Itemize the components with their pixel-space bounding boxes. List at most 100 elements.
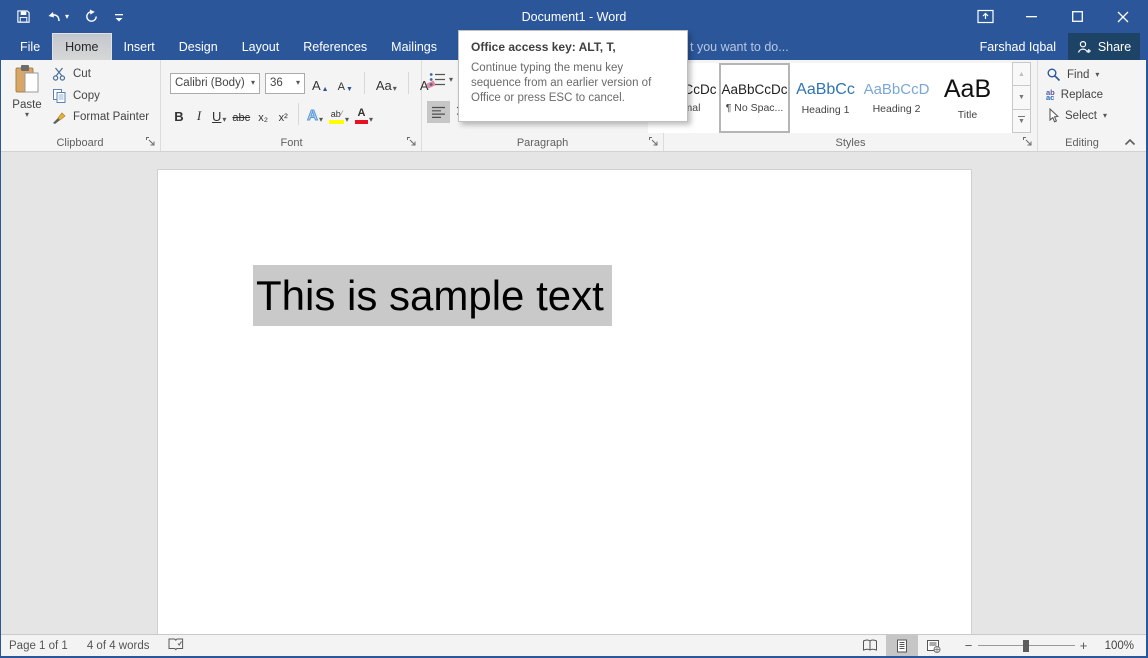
tell-me-box[interactable]: t you want to do... (690, 33, 789, 60)
style-name: Heading 2 (873, 103, 921, 115)
format-painter-label: Format Painter (73, 111, 149, 123)
font-size-combobox[interactable]: 36 ▾ (265, 73, 305, 94)
style-name: ¶ No Spac... (726, 102, 784, 114)
paragraph-dialog-launcher[interactable] (648, 136, 659, 147)
style-preview: AaBbCcD (864, 81, 930, 98)
proofing-status-button[interactable] (168, 637, 184, 654)
style-preview: AaB (944, 75, 991, 104)
maximize-button[interactable] (1054, 0, 1100, 33)
tab-insert[interactable]: Insert (112, 33, 167, 60)
zoom-in-button[interactable]: + (1077, 638, 1091, 653)
word-count-status[interactable]: 4 of 4 words (87, 640, 150, 652)
tab-mailings[interactable]: Mailings (379, 33, 449, 60)
minimize-button[interactable] (1008, 0, 1054, 33)
print-layout-button[interactable] (886, 635, 918, 656)
font-dialog-launcher[interactable] (406, 136, 417, 147)
grow-font-button[interactable]: A▲ (310, 72, 331, 94)
font-name-combobox[interactable]: Calibri (Body) ▾ (170, 73, 260, 94)
web-layout-button[interactable] (918, 635, 950, 656)
strikethrough-button[interactable]: abc (230, 103, 252, 125)
proofing-book-icon (168, 637, 184, 651)
style-heading-1[interactable]: AaBbCc Heading 1 (790, 63, 861, 133)
save-button[interactable] (16, 9, 31, 24)
replace-label: Replace (1061, 89, 1103, 101)
cut-button[interactable]: Cut (52, 67, 149, 81)
format-painter-button[interactable]: Format Painter (52, 110, 149, 124)
style-no-spacing[interactable]: AaBbCcDc ¶ No Spac... (719, 63, 790, 133)
styles-dialog-launcher[interactable] (1022, 136, 1033, 147)
select-caret[interactable]: ▾ (1103, 112, 1107, 120)
style-preview: AaBbCcDc (721, 82, 787, 97)
copy-button[interactable]: Copy (52, 88, 149, 103)
paste-button[interactable]: Paste ▾ (6, 64, 48, 136)
paste-dropdown-caret[interactable]: ▾ (25, 111, 29, 119)
underline-button[interactable]: U▾ (210, 103, 228, 125)
font-color-button[interactable]: A ▾ (353, 103, 375, 125)
account-user-name[interactable]: Farshad Iqbal (980, 33, 1056, 60)
zoom-out-button[interactable]: − (962, 638, 976, 653)
collapse-ribbon-button[interactable] (1122, 136, 1138, 148)
change-case-icon: Aa (376, 78, 392, 93)
styles-more-button[interactable]: ▼ (1012, 109, 1031, 133)
italic-button[interactable]: I (190, 103, 208, 125)
font-group-label: Font (162, 137, 421, 149)
text-highlight-caret[interactable]: ▾ (345, 116, 349, 124)
separator (364, 72, 365, 94)
web-layout-icon (926, 639, 941, 653)
style-heading-2[interactable]: AaBbCcD Heading 2 (861, 63, 932, 133)
document-text[interactable]: This is sample text (256, 272, 604, 320)
styles-scroll-down-button[interactable]: ▼ (1012, 85, 1031, 109)
tab-references[interactable]: References (291, 33, 379, 60)
find-button[interactable]: Find ▾ (1046, 67, 1107, 82)
change-case-button[interactable]: Aa▾ (374, 72, 399, 94)
close-button[interactable] (1100, 0, 1146, 33)
zoom-slider[interactable] (978, 639, 1075, 653)
tab-layout[interactable]: Layout (230, 33, 292, 60)
zoom-percentage[interactable]: 100% (1105, 640, 1134, 652)
zoom-slider-thumb[interactable] (1023, 640, 1029, 652)
tab-design[interactable]: Design (167, 33, 230, 60)
style-name: Heading 1 (802, 104, 850, 116)
status-bar: Page 1 of 1 4 of 4 words − + (0, 634, 1148, 656)
superscript-button[interactable]: x² (274, 103, 292, 125)
bullets-button[interactable]: ▾ (429, 72, 453, 87)
shrink-font-button[interactable]: A▼ (336, 72, 355, 94)
underline-caret[interactable]: ▾ (222, 116, 226, 124)
italic-icon: I (197, 108, 201, 124)
style-title[interactable]: AaB Title (932, 63, 1003, 133)
find-caret[interactable]: ▾ (1095, 71, 1099, 79)
editing-group: Find ▾ abac Replace Select ▾ Editing (1038, 60, 1148, 151)
subscript-icon: x₂ (258, 112, 268, 124)
align-left-button[interactable] (427, 101, 450, 123)
save-icon (16, 9, 31, 24)
shrink-font-icon: A (338, 81, 345, 93)
subscript-button[interactable]: x₂ (254, 103, 272, 125)
undo-button[interactable]: ▾ (46, 10, 69, 24)
repeat-button[interactable] (84, 9, 99, 24)
read-mode-button[interactable] (854, 635, 886, 656)
clipboard-dialog-launcher[interactable] (145, 136, 156, 147)
undo-dropdown-caret[interactable]: ▾ (65, 13, 69, 21)
share-person-icon (1077, 40, 1092, 54)
customize-quick-access-button[interactable] (114, 11, 124, 23)
share-button[interactable]: Share (1068, 33, 1140, 60)
tab-home[interactable]: Home (52, 33, 111, 60)
selected-text-highlight[interactable]: This is sample text (253, 265, 612, 326)
bullets-caret[interactable]: ▾ (449, 76, 453, 84)
text-effects-button[interactable]: A▾ (305, 103, 325, 125)
styles-scroll-up-button[interactable]: ▲ (1012, 62, 1031, 86)
select-button[interactable]: Select ▾ (1046, 108, 1107, 123)
tab-file[interactable]: File (8, 33, 52, 60)
undo-icon (46, 10, 62, 24)
find-label: Find (1067, 69, 1089, 81)
minimize-icon (1026, 11, 1037, 22)
bold-button[interactable]: B (170, 103, 188, 125)
text-effects-caret[interactable]: ▾ (319, 116, 323, 124)
font-color-caret[interactable]: ▾ (369, 116, 373, 124)
document-page[interactable]: This is sample text (157, 169, 972, 634)
text-highlight-button[interactable]: ab⁄ ▾ (327, 103, 351, 125)
page-count-status[interactable]: Page 1 of 1 (9, 640, 68, 652)
replace-button[interactable]: abac Replace (1046, 89, 1107, 101)
ribbon-display-options-button[interactable] (962, 0, 1008, 33)
font-row-top: Calibri (Body) ▾ 36 ▾ A▲ A▼ Aa▾ A (170, 72, 437, 94)
